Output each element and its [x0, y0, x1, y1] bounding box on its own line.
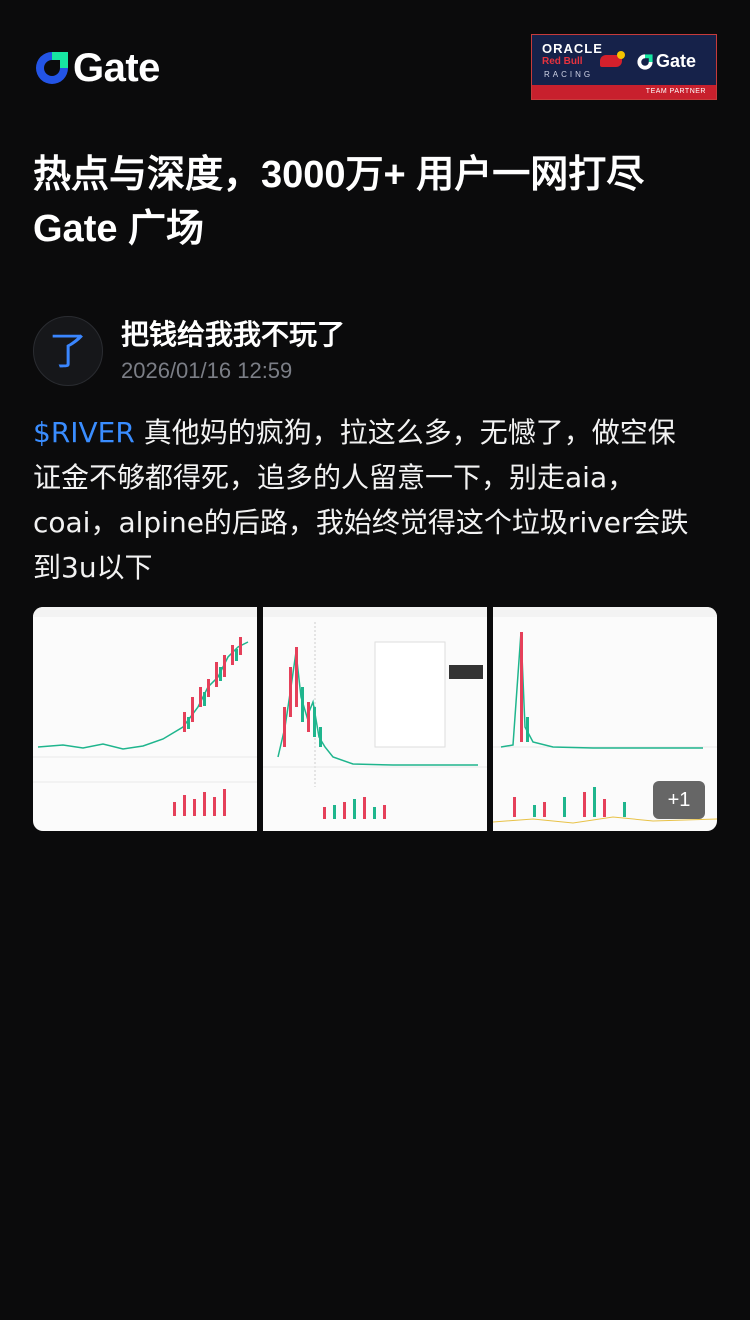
- post-image-2[interactable]: [263, 607, 487, 831]
- post-body: $RIVER 真他妈的疯狗，拉这么多，无憾了，做空保 证金不够都得死，追多的人留…: [33, 410, 717, 590]
- username[interactable]: 把钱给我我不玩了: [121, 318, 345, 352]
- team-partner-label: TEAM PARTNER: [532, 85, 716, 99]
- oracle-wordmark: ORACLE: [542, 41, 603, 56]
- post-line-1-text: 真他妈的疯狗，拉这么多，无憾了，做空保: [134, 416, 676, 449]
- gate-logo-icon: [637, 53, 653, 70]
- avatar[interactable]: 了: [33, 316, 103, 386]
- header: Gate ORACLE Red Bull RACING Gate TEAM PA…: [33, 34, 717, 104]
- post-line-4: 到3u以下: [33, 551, 153, 584]
- page-headline: 热点与深度，3000万+ 用户一网打尽 Gate 广场: [33, 148, 717, 256]
- gate-logo[interactable]: Gate: [33, 48, 160, 88]
- post-line-3: coai，alpine的后路，我始终觉得这个垃圾river会跌: [33, 506, 689, 539]
- redbull-bull-icon: [600, 51, 625, 67]
- avatar-char: 了: [48, 329, 87, 373]
- post-image-3[interactable]: +1: [493, 607, 717, 831]
- redbull-wordmark: Red Bull: [542, 56, 583, 67]
- post-line-1: $RIVER 真他妈的疯狗，拉这么多，无憾了，做空保: [33, 410, 717, 455]
- chart-screenshot-image: [33, 607, 257, 816]
- gate-logo-icon: [36, 52, 68, 84]
- headline-line-2: Gate 广场: [33, 208, 205, 250]
- partner-gate-logo: Gate: [636, 51, 696, 72]
- more-images-badge[interactable]: +1: [653, 781, 705, 819]
- post-image-grid: +1: [33, 607, 717, 831]
- chart-screenshot-image: [263, 607, 487, 819]
- team-partner-banner[interactable]: ORACLE Red Bull RACING Gate TEAM PARTNER: [531, 34, 717, 100]
- partner-gate-text: Gate: [656, 51, 697, 71]
- ticker-link[interactable]: $RIVER: [33, 416, 135, 449]
- headline-line-1: 热点与深度，3000万+ 用户一网打尽: [33, 154, 645, 196]
- post-line-2: 证金不够都得死，追多的人留意一下，别走aia，: [33, 461, 636, 494]
- racing-wordmark: RACING: [544, 70, 594, 79]
- post-image-1[interactable]: [33, 607, 257, 831]
- logo-text: Gate: [73, 46, 160, 90]
- post-timestamp: 2026/01/16 12:59: [121, 358, 293, 383]
